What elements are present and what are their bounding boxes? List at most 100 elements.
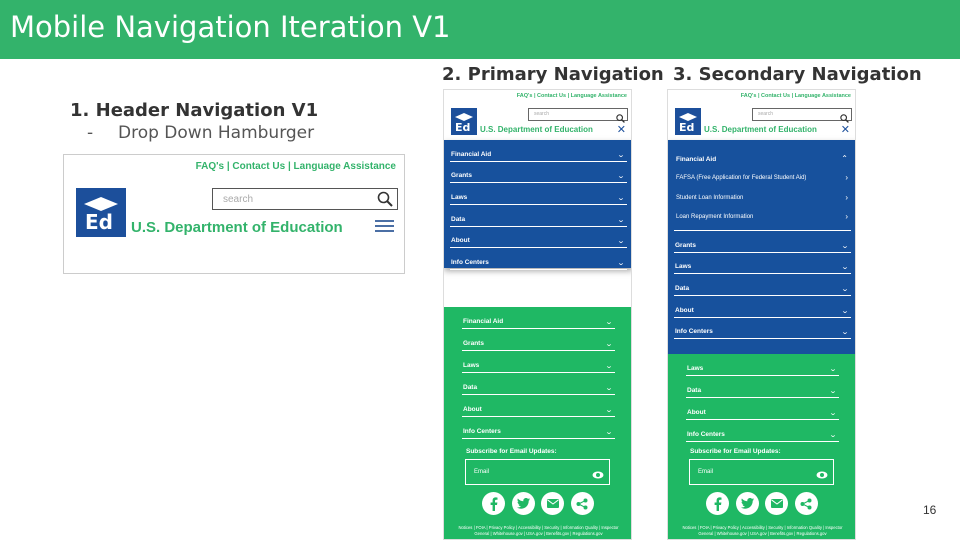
chevron-up-icon: ⌃ xyxy=(841,154,848,163)
secondary-nav-menu: Financial Aid ⌃ FAFSA (Free Application … xyxy=(668,140,855,354)
footer-links[interactable]: Notices | FOIA | Privacy Policy | Access… xyxy=(446,525,631,537)
phone-primary-navigation: FAQ's | Contact Us | Language Assistance… xyxy=(443,89,632,540)
chevron-down-icon: ⌄ xyxy=(828,388,838,395)
nav-item-grants[interactable]: Grants ⌄ xyxy=(450,162,627,184)
phone-secondary-navigation: FAQ's | Contact Us | Language Assistance… xyxy=(667,89,856,540)
footer-nav-item[interactable]: Laws ⌄ xyxy=(462,351,615,373)
ed-logo[interactable]: Ed xyxy=(675,108,701,135)
utility-links[interactable]: FAQ's | Contact Us | Language Assistance xyxy=(741,93,851,99)
email-field[interactable]: Email xyxy=(689,459,834,485)
chevron-down-icon: ⌄ xyxy=(604,385,614,392)
utility-links[interactable]: FAQ's | Contact Us | Language Assistance xyxy=(196,161,396,172)
chevron-down-icon: ⌄ xyxy=(828,410,838,417)
page-number: 16 xyxy=(923,503,937,517)
close-icon[interactable]: ✕ xyxy=(841,123,850,136)
nav-item-data[interactable]: Data ⌄ xyxy=(450,205,627,227)
email-placeholder: Email xyxy=(698,469,714,475)
footer-nav-item[interactable]: Info Centers ⌄ xyxy=(686,420,839,442)
subnav-item-fafsa[interactable]: FAFSA (Free Application for Federal Stud… xyxy=(674,168,851,188)
footer: Laws ⌄ Data ⌄ About ⌄ Info Centers ⌄ Subscri… xyxy=(668,354,855,539)
social-icons xyxy=(482,492,594,516)
bullet-text: Drop Down Hamburger xyxy=(118,123,315,143)
title-bar: Mobile Navigation Iteration V1 xyxy=(0,0,960,59)
department-name[interactable]: U.S. Department of Education xyxy=(480,125,593,134)
search-input[interactable]: search xyxy=(752,108,852,123)
chevron-down-icon: ⌄ xyxy=(604,429,614,436)
share-icon[interactable] xyxy=(794,492,818,515)
chevron-right-icon: › xyxy=(845,212,848,221)
slide: Mobile Navigation Iteration V1 1. Header… xyxy=(0,0,960,540)
facebook-icon[interactable] xyxy=(706,492,729,515)
close-icon[interactable]: ✕ xyxy=(617,123,626,136)
footer-links[interactable]: Notices | FOIA | Privacy Policy | Access… xyxy=(670,525,855,537)
search-icon[interactable] xyxy=(377,191,393,212)
chevron-right-icon: › xyxy=(845,192,848,202)
subnav-item-loan-repayment[interactable]: Loan Repayment Information › xyxy=(674,207,851,231)
footer-nav-item[interactable]: About ⌄ xyxy=(686,398,839,420)
footer-nav-item[interactable]: Grants ⌄ xyxy=(462,329,615,351)
twitter-icon[interactable] xyxy=(735,492,759,515)
chevron-down-icon: ⌄ xyxy=(840,264,850,272)
nav-item-laws[interactable]: Laws ⌄ xyxy=(674,253,851,275)
facebook-icon[interactable] xyxy=(482,492,505,515)
utility-links[interactable]: FAQ's | Contact Us | Language Assistance xyxy=(517,93,627,99)
ed-logo-icon: Ed xyxy=(679,113,697,134)
chevron-down-icon: ⌄ xyxy=(604,341,614,348)
footer-nav-item[interactable]: Info Centers ⌄ xyxy=(462,417,615,439)
section1-heading: 1. Header Navigation V1 xyxy=(70,100,319,121)
nav-item-about[interactable]: About ⌄ xyxy=(674,296,851,318)
chevron-down-icon: ⌄ xyxy=(616,195,626,203)
chevron-down-icon: ⌄ xyxy=(616,238,626,246)
ed-logo[interactable]: Ed xyxy=(76,188,126,237)
chevron-down-icon: ⌄ xyxy=(616,151,626,159)
nav-item-info-centers[interactable]: Info Centers ⌄ xyxy=(674,318,851,340)
nav-item-financial-aid[interactable]: Financial Aid ⌄ xyxy=(450,140,627,162)
search-input[interactable]: search xyxy=(212,188,398,210)
chevron-down-icon: ⌄ xyxy=(616,260,626,268)
search-placeholder: search xyxy=(758,111,774,117)
nav-item-info-centers[interactable]: Info Centers ⌄ xyxy=(450,248,627,271)
chevron-down-icon: ⌄ xyxy=(840,307,850,315)
eye-icon[interactable] xyxy=(816,467,828,485)
eye-icon[interactable] xyxy=(592,467,604,485)
chevron-down-icon: ⌄ xyxy=(828,366,838,373)
svg-text:Ed: Ed xyxy=(455,121,470,134)
primary-nav-menu: Financial Aid ⌄ Grants ⌄ Laws ⌄ Data ⌄ About… xyxy=(444,140,631,271)
share-icon[interactable] xyxy=(570,492,594,515)
chevron-down-icon: ⌄ xyxy=(616,173,626,181)
footer: Financial Aid ⌄ Grants ⌄ Laws ⌄ Data ⌄ About… xyxy=(444,307,631,539)
footer-nav-item[interactable]: About ⌄ xyxy=(462,395,615,417)
ed-logo-icon: Ed xyxy=(455,113,473,134)
footer-nav-item[interactable]: Data ⌄ xyxy=(462,373,615,395)
bullet-dash: - xyxy=(87,123,94,143)
chevron-down-icon: ⌄ xyxy=(840,329,850,337)
header-nav-mock: FAQ's | Contact Us | Language Assistance… xyxy=(63,154,405,274)
chevron-down-icon: ⌄ xyxy=(604,363,614,370)
hamburger-menu-icon[interactable] xyxy=(375,220,394,235)
department-name[interactable]: U.S. Department of Education xyxy=(704,125,817,134)
footer-nav-item[interactable]: Data ⌄ xyxy=(686,376,839,398)
subnav-item-student-loan[interactable]: Student Loan Information › xyxy=(674,188,851,208)
svg-text:Ed: Ed xyxy=(679,121,694,134)
chevron-down-icon: ⌄ xyxy=(840,242,850,250)
footer-nav-item[interactable]: Laws ⌄ xyxy=(686,354,839,376)
email-icon[interactable] xyxy=(541,492,565,515)
twitter-icon[interactable] xyxy=(511,492,535,515)
department-name[interactable]: U.S. Department of Education xyxy=(131,219,343,236)
nav-item-laws[interactable]: Laws ⌄ xyxy=(450,183,627,206)
subscribe-label: Subscribe for Email Updates: xyxy=(466,448,557,455)
chevron-down-icon: ⌄ xyxy=(604,407,614,414)
ed-logo[interactable]: Ed xyxy=(451,108,477,135)
nav-item-grants[interactable]: Grants ⌄ xyxy=(674,231,851,253)
nav-item-data[interactable]: Data ⌄ xyxy=(674,274,851,297)
footer-nav-item[interactable]: Financial Aid ⌄ xyxy=(462,307,615,329)
svg-text:Ed: Ed xyxy=(85,210,113,234)
nav-item-about[interactable]: About ⌄ xyxy=(450,227,627,249)
section1-bullet: - Drop Down Hamburger xyxy=(87,123,314,143)
ed-logo-icon: Ed xyxy=(84,197,118,234)
email-icon[interactable] xyxy=(765,492,789,515)
subscribe-label: Subscribe for Email Updates: xyxy=(690,448,781,455)
search-input[interactable]: search xyxy=(528,108,628,123)
nav-item-financial-aid-expanded[interactable]: Financial Aid ⌃ xyxy=(674,140,851,168)
email-field[interactable]: Email xyxy=(465,459,610,485)
